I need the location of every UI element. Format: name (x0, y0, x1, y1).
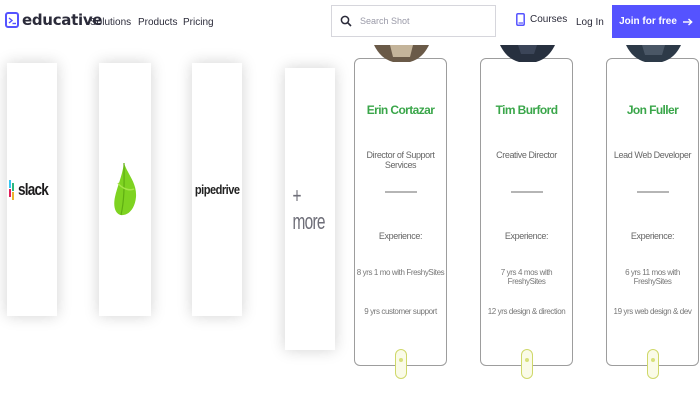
profile-photo (626, 45, 681, 62)
search-icon (340, 15, 352, 27)
slack-hash-icon (9, 179, 15, 200)
login-link[interactable]: Log In (576, 17, 604, 28)
brand-logo[interactable]: educative (5, 11, 102, 29)
top-navbar: educative Solutions Products Pricing Cou… (0, 0, 700, 45)
educative-logo-icon (5, 12, 19, 28)
experience-label: Experience: (378, 231, 423, 241)
logo-card-leaf (99, 63, 151, 316)
divider (637, 191, 669, 193)
experience-label: Experience: (504, 231, 549, 241)
courses-label: Courses (530, 14, 568, 25)
slack-wordmark: slack (18, 179, 49, 199)
nav-link-pricing[interactable]: Pricing (183, 17, 214, 28)
search-box (331, 5, 496, 37)
profile-name: Tim Burford (495, 103, 558, 117)
courses-link[interactable]: Courses (516, 13, 567, 26)
experience-line-2: 12 yrs design & direction (487, 307, 566, 316)
join-for-free-button[interactable]: Join for free (612, 5, 700, 38)
profile-title: Lead Web Developer (613, 150, 692, 160)
profile-card-erin: Erin Cortazar Director of Support Servic… (354, 45, 447, 379)
arrow-right-icon (682, 17, 693, 26)
logo-card-pipedrive: pipedrive (192, 63, 242, 316)
experience-line-1: 7 yrs 4 mos with FreshySites (500, 268, 553, 286)
experience-line-2: 19 yrs web design & dev (613, 307, 692, 316)
profile-card-tim: Tim Burford Creative Director Experience… (480, 45, 573, 379)
badge-icon (521, 349, 533, 379)
join-label: Join for free (619, 16, 677, 27)
pipedrive-wordmark: pipedrive (194, 182, 240, 197)
divider (511, 191, 543, 193)
profile-card-jon: Jon Fuller Lead Web Developer Experience… (606, 45, 699, 379)
profile-name: Erin Cortazar (366, 103, 435, 117)
more-logos-label: + more (292, 183, 326, 234)
slack-logo: slack (8, 179, 56, 200)
logo-card-slack: slack (7, 63, 57, 316)
profile-name: Jon Fuller (626, 103, 679, 117)
search-input[interactable] (358, 15, 487, 27)
experience-line-1: 6 yrs 11 mos with FreshySites (625, 268, 680, 286)
logo-card-more: + more (285, 68, 335, 350)
green-leaf-logo-icon (114, 162, 137, 215)
experience-label: Experience: (630, 231, 675, 241)
experience-line-1: 8 yrs 1 mo with FreshySites (356, 268, 445, 277)
profile-photo (374, 45, 429, 62)
experience-line-2: 9 yrs customer support (364, 307, 437, 316)
profile-photo (500, 45, 555, 62)
profile-title: Director of Support Services (366, 150, 435, 170)
book-icon (516, 13, 525, 26)
badge-icon (647, 349, 659, 379)
profile-title: Creative Director (496, 150, 557, 160)
nav-link-products[interactable]: Products (138, 17, 177, 28)
badge-icon (395, 349, 407, 379)
nav-link-solutions[interactable]: Solutions (90, 17, 131, 28)
divider (385, 191, 417, 193)
